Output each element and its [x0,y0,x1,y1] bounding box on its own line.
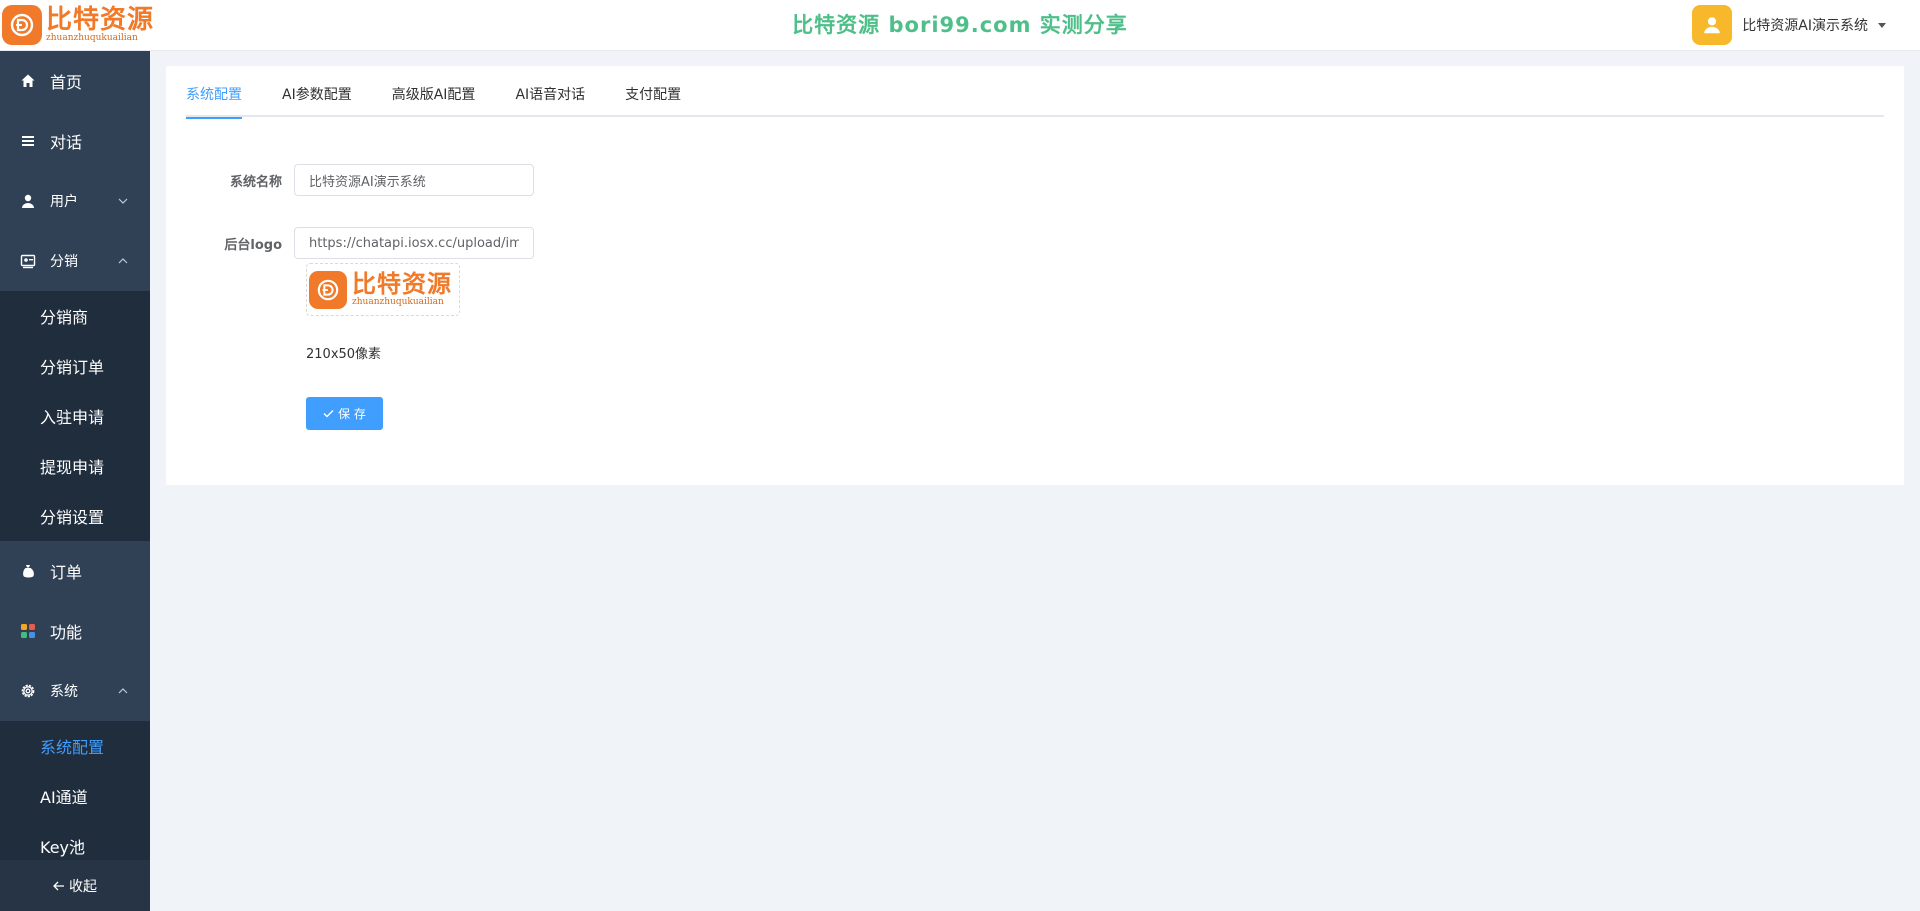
watermark-banner: 比特资源 bori99.com 实测分享 [0,9,1920,39]
system-name-label: 系统名称 [229,174,282,190]
logo-mark-icon [309,270,347,309]
collapse-label: 收起 [69,878,97,895]
tab-system-config[interactable]: 系统配置 [186,80,242,119]
caret-down-icon [1878,22,1886,28]
sidebar-item-label: 用户 [50,194,78,210]
logo-size-hint: 210x50像素 [306,347,382,362]
app-logo[interactable]: 比特资源 zhuanzhuqukuailian [0,4,154,46]
logo-label: 后台logo [224,237,282,253]
save-button-label: 保 存 [338,407,366,421]
sidebar-subitem-join-requests[interactable]: 入驻申请 [0,391,150,441]
home-icon [20,73,36,89]
chevron-up-icon [118,258,128,264]
sidebar-subitem-distribution-settings[interactable]: 分销设置 [0,491,150,541]
sidebar-item-label: 分销 [50,254,78,270]
top-header: 比特资源 zhuanzhuqukuailian 比特资源 bori99.com … [0,0,1920,51]
sidebar: 首页 对话 用户 分销 分销商 分销订单 入驻申请 提现申请 分销设置 订单 功… [0,51,150,911]
user-icon [1704,17,1721,34]
sidebar-item-chat[interactable]: 对话 [0,111,150,171]
tab-ai-voice[interactable]: AI语音对话 [515,80,585,117]
collapse-sidebar-button[interactable]: 收起 [0,860,150,911]
distribution-submenu: 分销商 分销订单 入驻申请 提现申请 分销设置 [0,291,150,541]
sidebar-subitem-ai-channels[interactable]: AI通道 [0,771,150,821]
logo-preview: 比特资源 zhuanzhuqukuailian [306,263,460,316]
system-name-input[interactable] [294,164,534,196]
tab-advanced-ai[interactable]: 高级版AI配置 [392,80,476,117]
money-bag-icon [20,563,36,579]
system-submenu: 系统配置 AI通道 Key池 [0,721,150,871]
chevron-down-icon [118,198,128,204]
check-icon [323,410,334,418]
gear-icon [20,683,36,699]
config-tabs: 系统配置 AI参数配置 高级版AI配置 AI语音对话 支付配置 [186,80,1884,119]
user-name: 比特资源AI演示系统 [1742,18,1868,34]
avatar [1692,5,1733,45]
logo-preview-sub-text: zhuanzhuqukuailian [352,297,444,307]
sidebar-menu-lower: 订单 功能 系统 [0,541,150,721]
sidebar-item-label: 对话 [50,133,83,152]
tab-ai-params[interactable]: AI参数配置 [282,80,352,117]
sidebar-item-users[interactable]: 用户 [0,171,150,231]
banner-text: 比特资源 bori99.com 实测分享 [792,13,1128,37]
system-name-row: 系统名称 [166,164,534,196]
sidebar-item-label: 首页 [50,73,83,92]
sidebar-item-distribution[interactable]: 分销 [0,231,150,291]
save-button[interactable]: 保 存 [306,397,383,430]
sidebar-item-label: 系统 [50,684,78,700]
user-menu[interactable]: 比特资源AI演示系统 [1692,5,1886,45]
logo-sub-text: zhuanzhuqukuailian [46,33,138,43]
tab-payment[interactable]: 支付配置 [625,80,681,117]
sidebar-subitem-distributors[interactable]: 分销商 [0,291,150,341]
arrow-left-icon [53,881,64,890]
sidebar-subitem-system-config[interactable]: 系统配置 [0,721,150,771]
sidebar-menu: 首页 对话 用户 分销 [0,51,150,291]
logo-main-text: 比特资源 [46,5,155,35]
apps-icon [20,623,36,639]
logo-url-input[interactable] [294,227,534,259]
user-icon [20,193,36,209]
sidebar-item-home[interactable]: 首页 [0,51,150,111]
list-icon [20,133,36,149]
sidebar-item-features[interactable]: 功能 [0,601,150,661]
logo-mark-icon [2,5,42,45]
sidebar-item-orders[interactable]: 订单 [0,541,150,601]
config-card: 系统配置 AI参数配置 高级版AI配置 AI语音对话 支付配置 系统名称 后台l… [166,66,1904,485]
sidebar-subitem-withdraw-requests[interactable]: 提现申请 [0,441,150,491]
sidebar-item-label: 订单 [50,563,83,582]
distribution-icon [20,253,36,269]
sidebar-item-system[interactable]: 系统 [0,661,150,721]
sidebar-item-label: 功能 [50,623,83,642]
logo-preview-main-text: 比特资源 [352,270,452,298]
chevron-up-icon [118,688,128,694]
logo-row: 后台logo [166,227,534,259]
sidebar-subitem-distribution-orders[interactable]: 分销订单 [0,341,150,391]
